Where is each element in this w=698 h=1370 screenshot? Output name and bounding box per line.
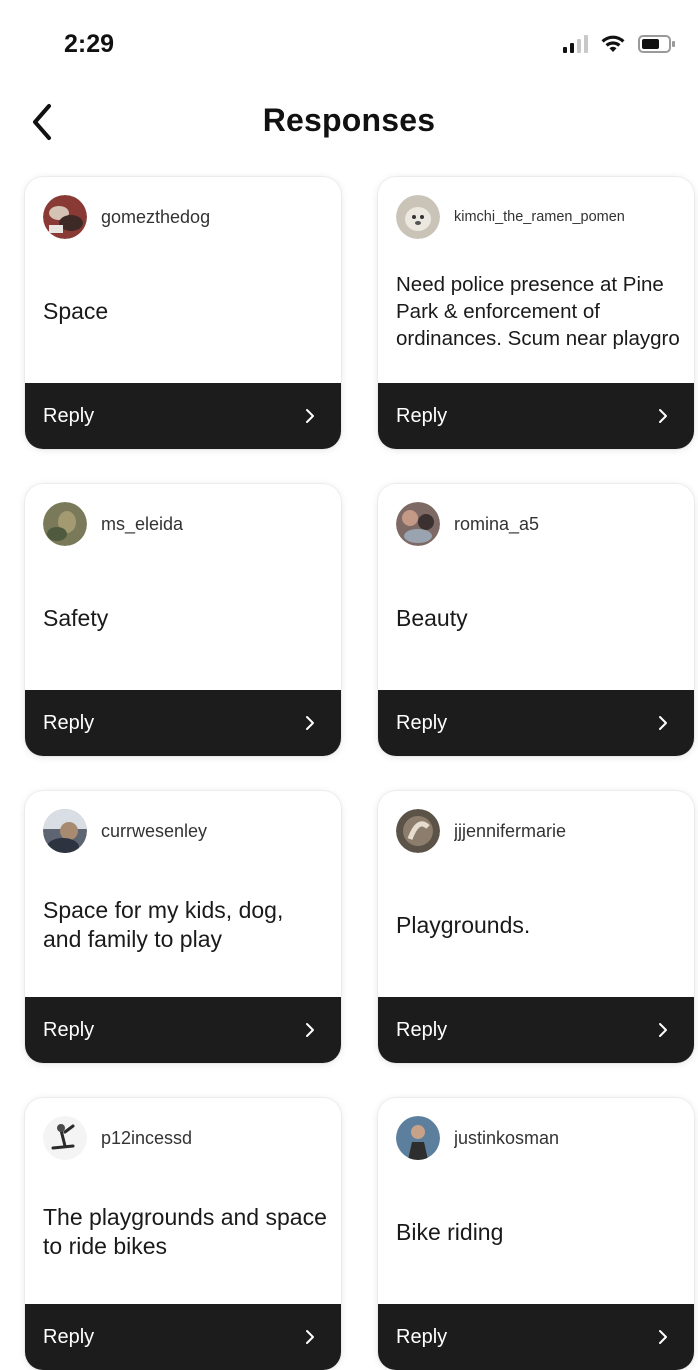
response-text: Playgrounds. [396, 911, 531, 938]
response-card: romina_a5 Beauty Reply [378, 484, 694, 756]
reply-label: Reply [396, 1325, 448, 1348]
chevron-right-icon [656, 1020, 670, 1040]
card-header: gomezthedog [43, 195, 329, 239]
response-text: Safety [43, 604, 109, 631]
reply-button[interactable]: Reply [378, 1304, 694, 1370]
response-card: kimchi_the_ramen_pomen Need police prese… [378, 177, 694, 449]
avatar-image [43, 195, 87, 239]
avatar[interactable] [396, 1116, 440, 1160]
username[interactable]: romina_a5 [454, 514, 539, 535]
avatar-image [396, 1116, 440, 1160]
reply-button[interactable]: Reply [378, 690, 694, 756]
username[interactable]: jjjennifermarie [454, 821, 566, 842]
response-card: justinkosman Bike riding Reply [378, 1098, 694, 1370]
response-card: jjjennifermarie Playgrounds. Reply [378, 791, 694, 1063]
response-text: Beauty [396, 604, 468, 631]
avatar-image [43, 1116, 87, 1160]
avatar[interactable] [396, 195, 440, 239]
response-body: Beauty [396, 552, 680, 684]
username[interactable]: gomezthedog [101, 207, 210, 228]
response-text: Need police presence at Pine Park & enfo… [396, 272, 680, 350]
username[interactable]: currwesenley [101, 821, 207, 842]
username[interactable]: justinkosman [454, 1128, 559, 1149]
response-body: Bike riding [396, 1166, 680, 1298]
username[interactable]: ms_eleida [101, 514, 183, 535]
chevron-right-icon [303, 406, 317, 426]
card-header: ms_eleida [43, 502, 329, 546]
reply-button[interactable]: Reply [25, 690, 341, 756]
reply-button[interactable]: Reply [25, 997, 341, 1063]
card-header: kimchi_the_ramen_pomen [396, 195, 682, 239]
reply-button[interactable]: Reply [25, 1304, 341, 1370]
avatar[interactable] [43, 195, 87, 239]
reply-label: Reply [43, 711, 95, 734]
card-header: justinkosman [396, 1116, 682, 1160]
response-card: gomezthedog Space Reply [25, 177, 341, 449]
reply-label: Reply [396, 404, 448, 427]
avatar[interactable] [396, 502, 440, 546]
response-text: The playgrounds and space to ride bikes [43, 1204, 327, 1259]
avatar-image [396, 195, 440, 239]
response-card: p12incessd The playgrounds and space to … [25, 1098, 341, 1370]
avatar-image [396, 809, 440, 853]
username[interactable]: kimchi_the_ramen_pomen [454, 209, 625, 225]
reply-button[interactable]: Reply [378, 997, 694, 1063]
avatar[interactable] [43, 1116, 87, 1160]
response-text: Bike riding [396, 1218, 504, 1245]
reply-label: Reply [43, 1325, 95, 1348]
card-header: p12incessd [43, 1116, 329, 1160]
chevron-right-icon [303, 1327, 317, 1347]
card-header: romina_a5 [396, 502, 682, 546]
chevron-right-icon [656, 406, 670, 426]
reply-button[interactable]: Reply [25, 383, 341, 449]
reply-label: Reply [396, 711, 448, 734]
avatar-image [43, 502, 87, 546]
chevron-right-icon [303, 713, 317, 733]
card-header: currwesenley [43, 809, 329, 853]
chevron-right-icon [656, 713, 670, 733]
response-body: Space for my kids, dog, and family to pl… [43, 859, 327, 991]
response-text: Space [43, 297, 109, 324]
response-body: Safety [43, 552, 327, 684]
username[interactable]: p12incessd [101, 1128, 192, 1149]
response-body: Space [43, 245, 327, 377]
avatar-image [43, 809, 87, 853]
card-header: jjjennifermarie [396, 809, 682, 853]
reply-label: Reply [43, 1018, 95, 1041]
chevron-right-icon [303, 1020, 317, 1040]
avatar-image [396, 502, 440, 546]
response-card: currwesenley Space for my kids, dog, and… [25, 791, 341, 1063]
response-body: Playgrounds. [396, 859, 680, 991]
reply-label: Reply [43, 404, 95, 427]
avatar[interactable] [43, 502, 87, 546]
avatar[interactable] [396, 809, 440, 853]
response-body: The playgrounds and space to ride bikes [43, 1166, 327, 1298]
response-text: Space for my kids, dog, and family to pl… [43, 897, 284, 952]
avatar[interactable] [43, 809, 87, 853]
responses-grid: gomezthedog Space Reply kimchi_the_ramen… [0, 0, 698, 1370]
response-body: Need police presence at Pine Park & enfo… [396, 245, 680, 377]
reply-button[interactable]: Reply [378, 383, 694, 449]
chevron-right-icon [656, 1327, 670, 1347]
response-card: ms_eleida Safety Reply [25, 484, 341, 756]
reply-label: Reply [396, 1018, 448, 1041]
